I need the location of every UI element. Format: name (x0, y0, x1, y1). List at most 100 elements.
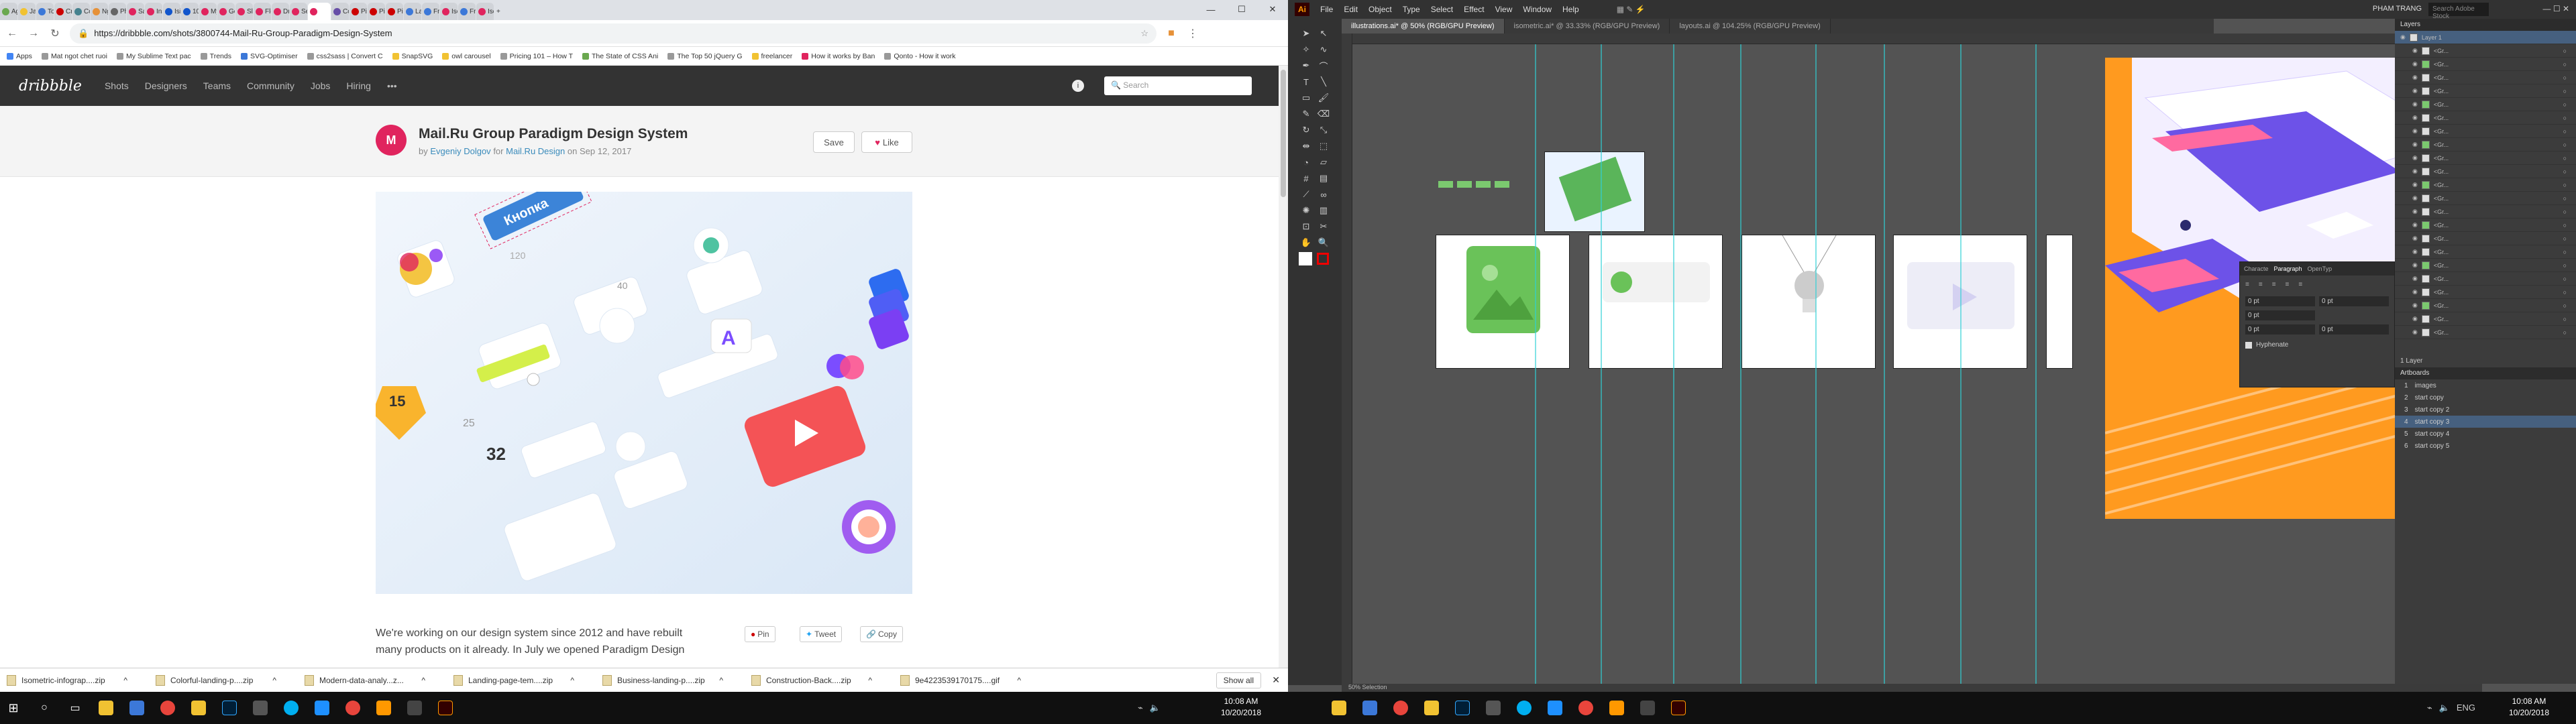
browser-tab[interactable]: Go (217, 3, 235, 20)
eye-icon[interactable]: ◉ (2412, 302, 2418, 309)
network-icon[interactable]: ⌁ (2427, 703, 2432, 713)
volume-icon[interactable]: 🔈 (2439, 703, 2450, 713)
eye-icon[interactable]: ◉ (2412, 181, 2418, 188)
eye-icon[interactable]: ◉ (2412, 141, 2418, 148)
chevron-up-icon[interactable]: ^ (123, 676, 127, 685)
layer-row[interactable]: ◉ <Gr... ○ (2395, 138, 2576, 152)
target-icon[interactable]: ○ (2563, 128, 2567, 135)
app-icon[interactable] (1544, 697, 1566, 719)
space-before-field[interactable]: 0 pt (2245, 324, 2315, 335)
nav-item-jobs[interactable]: Jobs (311, 80, 331, 91)
browser-tab[interactable]: Pin (386, 3, 403, 20)
photoshop-icon[interactable] (1452, 697, 1473, 719)
layer-row[interactable]: ◉ <Gr... ○ (2395, 84, 2576, 98)
browser-tab[interactable]: Pin (368, 3, 385, 20)
eye-icon[interactable]: ◉ (2412, 235, 2418, 242)
nav-item-community[interactable]: Community (247, 80, 294, 91)
browser-tab[interactable]: Iso (440, 3, 458, 20)
browser-tab[interactable]: Co (72, 3, 90, 20)
notes-icon[interactable] (188, 697, 209, 719)
menu-file[interactable]: File (1320, 5, 1333, 14)
nav-item-shots[interactable]: Shots (105, 80, 129, 91)
bookmark-item[interactable]: Apps (7, 52, 32, 60)
tweet-button[interactable]: ✦ Tweet (800, 626, 843, 642)
file-explorer-icon[interactable] (1328, 697, 1350, 719)
menu-window[interactable]: Window (1523, 5, 1552, 14)
browser-tab[interactable]: Agi (0, 3, 17, 20)
eye-icon[interactable]: ◉ (2412, 221, 2418, 229)
bookmark-item[interactable]: Qonto - How it work (884, 52, 956, 60)
doc-tab-1[interactable]: illustrations.ai* @ 50% (RGB/GPU Preview… (1342, 19, 1505, 34)
bookmark-item[interactable]: The State of CSS Ani (582, 52, 658, 60)
menu-edit[interactable]: Edit (1344, 5, 1358, 14)
align-left-icon[interactable]: ≡ (2245, 281, 2249, 288)
browser-tab[interactable]: Dri (272, 3, 289, 20)
tab-opentype[interactable]: OpenTyp (2308, 265, 2332, 272)
menu-object[interactable]: Object (1368, 5, 1392, 14)
workspace-icons[interactable]: ▦ ✎ ⚡ (1617, 5, 1646, 14)
perspective-icon[interactable]: ▱ (1315, 154, 1332, 170)
layer-row[interactable]: ◉ <Gr... ○ (2395, 272, 2576, 286)
pencil-icon[interactable]: ✎ (1297, 106, 1315, 122)
save-button[interactable]: Save (813, 131, 855, 153)
pen-tool-icon[interactable]: ✒ (1297, 58, 1315, 74)
dribbble-logo[interactable]: dribbble (19, 78, 82, 95)
extension-icon[interactable]: ■ (1165, 27, 1178, 40)
maximize-icon[interactable]: ☐ (1226, 0, 1257, 19)
selection-tool-icon[interactable]: ➤ (1297, 25, 1315, 42)
nav-more-icon[interactable]: ••• (387, 80, 397, 91)
reload-icon[interactable]: ↻ (48, 27, 62, 40)
browser-tab[interactable]: Sle (235, 3, 253, 20)
target-icon[interactable]: ○ (2563, 115, 2567, 121)
type-tool-icon[interactable]: T (1297, 74, 1315, 90)
justify-icon[interactable]: ≡ (2286, 281, 2290, 288)
browser-tab[interactable]: Pin (350, 3, 367, 20)
dribbble-search-input[interactable]: 🔍 Search (1104, 76, 1252, 95)
artboard-image[interactable] (1436, 235, 1570, 369)
browser-tab[interactable] (308, 3, 331, 20)
eye-icon[interactable]: ◉ (2412, 275, 2418, 282)
task-view-icon[interactable]: ▭ (64, 697, 86, 719)
target-icon[interactable]: ○ (2563, 88, 2567, 95)
layer-row[interactable]: ◉ <Gr... ○ (2395, 98, 2576, 111)
language-indicator[interactable]: ENG (2457, 703, 2475, 713)
download-item[interactable]: Landing-page-tem....zip ^ (453, 674, 574, 686)
layer-row[interactable]: ◉ <Gr... ○ (2395, 326, 2576, 339)
bookmark-item[interactable]: Pricing 101 – How T (500, 52, 573, 60)
browser-tab[interactable]: Cre (54, 3, 72, 20)
chevron-up-icon[interactable]: ^ (421, 676, 425, 685)
close-icon[interactable]: ✕ (1257, 0, 1288, 19)
eye-icon[interactable]: ◉ (2412, 60, 2418, 68)
color-chips[interactable] (1438, 181, 1509, 188)
hyphenate-checkbox[interactable] (2245, 341, 2252, 349)
bookmark-item[interactable]: css2sass | Convert C (307, 52, 383, 60)
vertical-ruler[interactable] (1342, 34, 1352, 684)
target-icon[interactable]: ○ (2563, 249, 2567, 255)
shape-builder-icon[interactable]: ◔ (1297, 154, 1315, 170)
eye-icon[interactable]: ◉ (2412, 248, 2418, 255)
layer-row[interactable]: ◉ <Gr... ○ (2395, 178, 2576, 192)
chrome-icon[interactable] (157, 697, 178, 719)
chevron-up-icon[interactable]: ^ (272, 676, 276, 685)
browser-tab[interactable]: Fre (458, 3, 476, 20)
illustrator-icon[interactable] (435, 697, 456, 719)
target-icon[interactable]: ○ (2563, 289, 2567, 296)
artboard-row[interactable]: 1 images (2395, 379, 2576, 391)
eyedropper-icon[interactable]: ⟋ (1297, 186, 1315, 202)
copy-button[interactable]: 🔗 Copy (860, 626, 903, 642)
artboard-card[interactable] (1589, 235, 1723, 369)
chevron-up-icon[interactable]: ^ (868, 676, 872, 685)
eye-icon[interactable]: ◉ (2412, 208, 2418, 215)
target-icon[interactable]: ○ (2563, 48, 2567, 54)
target-icon[interactable]: ○ (2563, 262, 2567, 269)
layer-row[interactable]: ◉ <Gr... ○ (2395, 58, 2576, 71)
chrome-icon[interactable] (1390, 697, 1411, 719)
layer-row[interactable]: ◉ <Gr... ○ (2395, 245, 2576, 259)
eye-icon[interactable]: ◉ (2412, 127, 2418, 135)
search-icon[interactable]: ○ (34, 697, 55, 719)
right-indent-field[interactable]: 0 pt (2319, 296, 2389, 306)
artboard-row[interactable]: 4 start copy 3 (2395, 416, 2576, 428)
nav-item-teams[interactable]: Teams (203, 80, 231, 91)
taskbar-clock[interactable]: 10:08 AM 10/20/2018 (1221, 696, 1261, 719)
target-icon[interactable]: ○ (2563, 208, 2567, 215)
